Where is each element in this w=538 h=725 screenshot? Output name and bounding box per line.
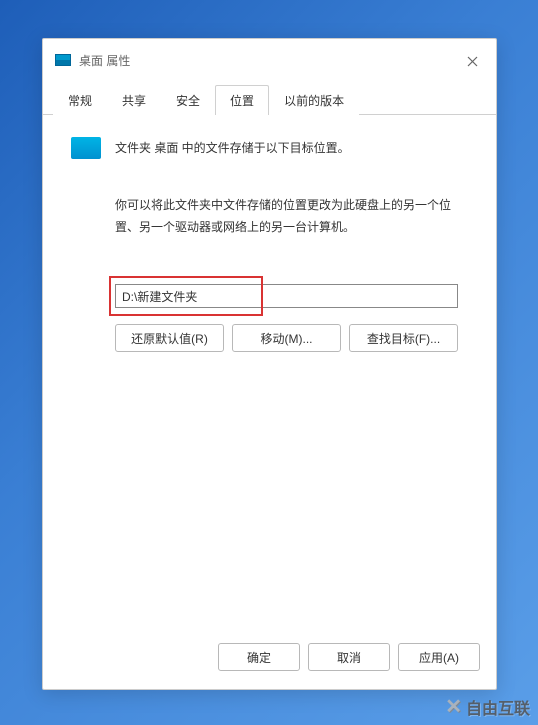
input-container xyxy=(115,284,458,308)
tab-previous-versions[interactable]: 以前的版本 xyxy=(269,85,359,115)
watermark-text: 自由互联 xyxy=(466,695,530,719)
content-area: 文件夹 桌面 中的文件存储于以下目标位置。 你可以将此文件夹中文件存储的位置更改… xyxy=(43,115,496,629)
tab-sharing[interactable]: 共享 xyxy=(107,85,161,115)
tab-location[interactable]: 位置 xyxy=(215,85,269,115)
header-text: 文件夹 桌面 中的文件存储于以下目标位置。 xyxy=(115,135,350,158)
path-input[interactable] xyxy=(115,284,458,308)
restore-defaults-button[interactable]: 还原默认值(R) xyxy=(115,324,224,352)
move-button[interactable]: 移动(M)... xyxy=(232,324,341,352)
tab-security[interactable]: 安全 xyxy=(161,85,215,115)
apply-button[interactable]: 应用(A) xyxy=(398,643,480,671)
header-row: 文件夹 桌面 中的文件存储于以下目标位置。 xyxy=(71,135,468,159)
title-bar: 桌面 属性 xyxy=(43,39,496,81)
description-text: 你可以将此文件夹中文件存储的位置更改为此硬盘上的另一个位置、另一个驱动器或网络上… xyxy=(115,195,468,238)
cancel-button[interactable]: 取消 xyxy=(308,643,390,671)
watermark: ✕ 自由互联 xyxy=(445,694,530,719)
find-target-button[interactable]: 查找目标(F)... xyxy=(349,324,458,352)
watermark-icon: ✕ xyxy=(445,694,462,719)
window-title: 桌面 属性 xyxy=(79,52,130,69)
tab-general[interactable]: 常规 xyxy=(53,85,107,115)
properties-dialog: 桌面 属性 常规 共享 安全 位置 以前的版本 文件夹 桌面 中的文件存储于以下… xyxy=(42,38,497,690)
ok-button[interactable]: 确定 xyxy=(218,643,300,671)
action-button-row: 还原默认值(R) 移动(M)... 查找目标(F)... xyxy=(115,324,458,352)
tab-bar: 常规 共享 安全 位置 以前的版本 xyxy=(43,85,496,115)
window-icon xyxy=(55,54,71,66)
folder-icon xyxy=(71,137,101,159)
close-icon xyxy=(467,56,478,67)
dialog-footer: 确定 取消 应用(A) xyxy=(43,629,496,689)
close-button[interactable] xyxy=(456,49,488,73)
